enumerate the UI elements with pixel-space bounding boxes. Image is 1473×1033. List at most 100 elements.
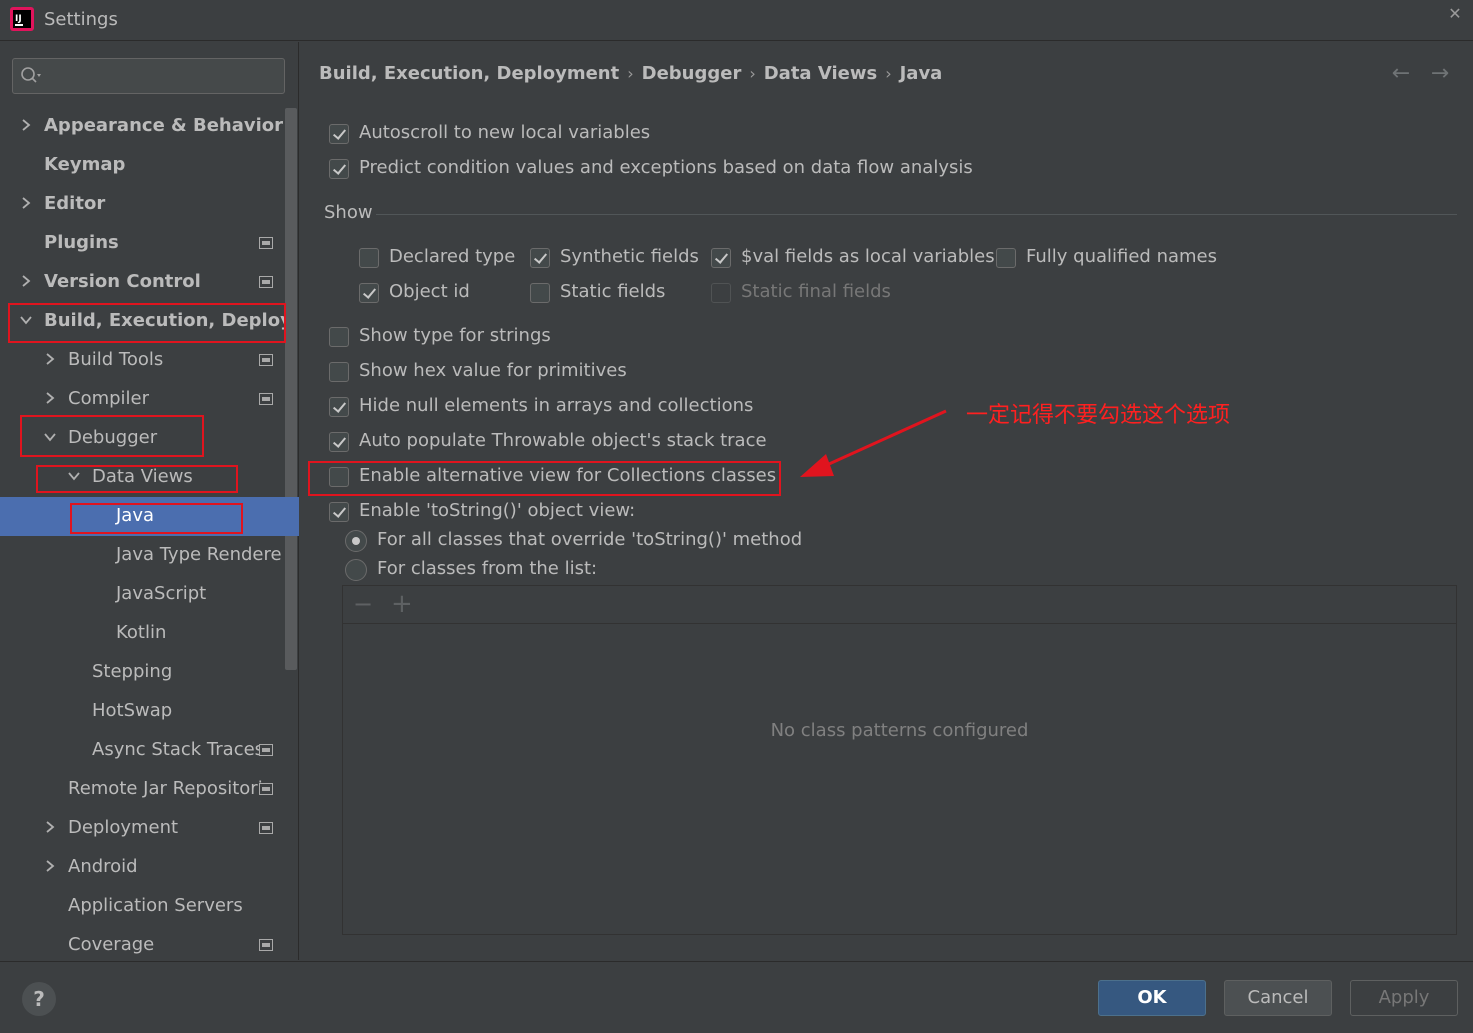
breadcrumb-separator-icon: › bbox=[627, 64, 634, 83]
sidebar-item-keymap[interactable]: Keymap bbox=[0, 146, 285, 185]
project-settings-icon bbox=[259, 237, 273, 249]
sidebar-item-label: Keymap bbox=[44, 154, 126, 175]
sidebar-item-label: Editor bbox=[44, 193, 106, 214]
from-list-label: For classes from the list: bbox=[377, 558, 598, 579]
search-input[interactable] bbox=[47, 63, 277, 89]
auto-populate-checkbox[interactable] bbox=[329, 432, 349, 452]
project-settings-icon bbox=[259, 783, 273, 795]
project-settings-icon bbox=[259, 822, 273, 834]
breadcrumb-item: Java bbox=[899, 63, 943, 84]
chevron-right-icon bbox=[22, 275, 31, 287]
window-title: Settings bbox=[44, 9, 118, 30]
annotation-note: 一定记得不要勾选这个选项 bbox=[966, 403, 1231, 428]
synthetic-fields-label: Synthetic fields bbox=[560, 246, 699, 267]
sidebar-item-coverage[interactable]: Coverage bbox=[0, 926, 285, 965]
type-strings-label: Show type for strings bbox=[359, 325, 551, 346]
sidebar-item-javascript[interactable]: JavaScript bbox=[0, 575, 285, 614]
hide-null-label: Hide null elements in arrays and collect… bbox=[359, 395, 754, 416]
tostring-view-checkbox[interactable] bbox=[329, 502, 349, 522]
search-box[interactable] bbox=[12, 58, 285, 94]
chevron-right-icon bbox=[46, 353, 55, 365]
sidebar-item-label: Application Servers bbox=[68, 895, 243, 916]
apply-button[interactable]: Apply bbox=[1350, 980, 1458, 1016]
synthetic-fields-checkbox[interactable] bbox=[530, 248, 550, 268]
annotation-highlight-data-views bbox=[36, 465, 238, 493]
sidebar-item-label: Remote Jar Repositori bbox=[68, 778, 263, 799]
sidebar-item-label: Kotlin bbox=[116, 622, 167, 643]
chevron-right-icon bbox=[46, 860, 55, 872]
show-group-label: Show bbox=[324, 202, 373, 223]
sidebar-item-async-stack-traces[interactable]: Async Stack Traces bbox=[0, 731, 285, 770]
sidebar-item-label: JavaScript bbox=[116, 583, 207, 604]
static-fields-label: Static fields bbox=[560, 281, 666, 302]
breadcrumb-item[interactable]: Debugger bbox=[642, 63, 742, 84]
sidebar-scrollbar[interactable] bbox=[285, 108, 297, 670]
object-id-label: Object id bbox=[389, 281, 470, 302]
search-icon bbox=[21, 67, 41, 83]
sidebar-item-version-control[interactable]: Version Control bbox=[0, 263, 285, 302]
fully-qualified-label: Fully qualified names bbox=[1026, 246, 1218, 267]
hex-primitives-checkbox[interactable] bbox=[329, 362, 349, 382]
sidebar-item-stepping[interactable]: Stepping bbox=[0, 653, 285, 692]
breadcrumb-item[interactable]: Build, Execution, Deployment bbox=[319, 63, 619, 84]
auto-populate-label: Auto populate Throwable object's stack t… bbox=[359, 430, 767, 451]
sidebar-item-label: Appearance & Behavior bbox=[44, 115, 284, 136]
predict-checkbox[interactable] bbox=[329, 159, 349, 179]
breadcrumb-item[interactable]: Data Views bbox=[764, 63, 877, 84]
sidebar-item-label: Android bbox=[68, 856, 138, 877]
sidebar-item-label: Coverage bbox=[68, 934, 155, 955]
sidebar-item-label: Plugins bbox=[44, 232, 119, 253]
object-id-checkbox[interactable] bbox=[359, 283, 379, 303]
ok-button[interactable]: OK bbox=[1098, 980, 1206, 1016]
static-final-fields-checkbox bbox=[711, 283, 731, 303]
fully-qualified-checkbox[interactable] bbox=[996, 248, 1016, 268]
back-arrow-icon[interactable]: ← bbox=[1389, 62, 1413, 86]
sidebar-item-java-type-renderers[interactable]: Java Type Rendere bbox=[0, 536, 285, 575]
sidebar-item-application-servers[interactable]: Application Servers bbox=[0, 887, 285, 926]
static-fields-checkbox[interactable] bbox=[530, 283, 550, 303]
annotation-highlight-java bbox=[70, 503, 243, 534]
sidebar-item-label: Build Tools bbox=[68, 349, 164, 370]
autoscroll-checkbox[interactable] bbox=[329, 124, 349, 144]
chevron-right-icon bbox=[46, 392, 55, 404]
chevron-right-icon bbox=[22, 197, 31, 209]
static-final-fields-label: Static final fields bbox=[741, 281, 891, 302]
project-settings-icon bbox=[259, 744, 273, 756]
val-fields-checkbox[interactable] bbox=[711, 248, 731, 268]
cancel-button[interactable]: Cancel bbox=[1224, 980, 1332, 1016]
forward-arrow-icon[interactable]: → bbox=[1428, 62, 1452, 86]
sidebar-item-kotlin[interactable]: Kotlin bbox=[0, 614, 285, 653]
sidebar-item-plugins[interactable]: Plugins bbox=[0, 224, 285, 263]
add-icon[interactable]: + bbox=[391, 589, 413, 619]
all-classes-radio[interactable] bbox=[345, 530, 367, 552]
sidebar-item-label: Version Control bbox=[44, 271, 201, 292]
project-settings-icon bbox=[259, 939, 273, 951]
declared-type-checkbox[interactable] bbox=[359, 248, 379, 268]
help-button[interactable]: ? bbox=[22, 982, 56, 1016]
hex-primitives-label: Show hex value for primitives bbox=[359, 360, 627, 381]
sidebar-item-android[interactable]: Android bbox=[0, 848, 285, 887]
sidebar-item-compiler[interactable]: Compiler bbox=[0, 380, 285, 419]
annotation-highlight-debugger bbox=[20, 415, 204, 457]
sidebar-item-build-tools[interactable]: Build Tools bbox=[0, 341, 285, 380]
breadcrumb: Build, Execution, Deployment › Debugger › Da… bbox=[319, 63, 942, 84]
sidebar-item-hotswap[interactable]: HotSwap bbox=[0, 692, 285, 731]
type-strings-checkbox[interactable] bbox=[329, 327, 349, 347]
class-patterns-panel: − + No class patterns configured bbox=[342, 585, 1457, 935]
predict-label: Predict condition values and exceptions … bbox=[359, 157, 973, 178]
hide-null-checkbox[interactable] bbox=[329, 397, 349, 417]
empty-list-text: No class patterns configured bbox=[770, 720, 1029, 741]
annotation-highlight-alt-view bbox=[308, 461, 781, 496]
from-list-radio[interactable] bbox=[345, 559, 367, 581]
sidebar-item-label: HotSwap bbox=[92, 700, 173, 721]
sidebar-item-editor[interactable]: Editor bbox=[0, 185, 285, 224]
sidebar-item-label: Compiler bbox=[68, 388, 150, 409]
sidebar-item-appearance-behavior[interactable]: Appearance & Behavior bbox=[0, 107, 285, 146]
sidebar-item-deployment[interactable]: Deployment bbox=[0, 809, 285, 848]
sidebar-item-remote-jar-repositories[interactable]: Remote Jar Repositori bbox=[0, 770, 285, 809]
close-icon[interactable]: ✕ bbox=[1445, 4, 1465, 24]
project-settings-icon bbox=[259, 354, 273, 366]
breadcrumb-separator-icon: › bbox=[885, 64, 892, 83]
show-group-separator bbox=[376, 214, 1457, 215]
remove-icon[interactable]: − bbox=[353, 590, 373, 618]
